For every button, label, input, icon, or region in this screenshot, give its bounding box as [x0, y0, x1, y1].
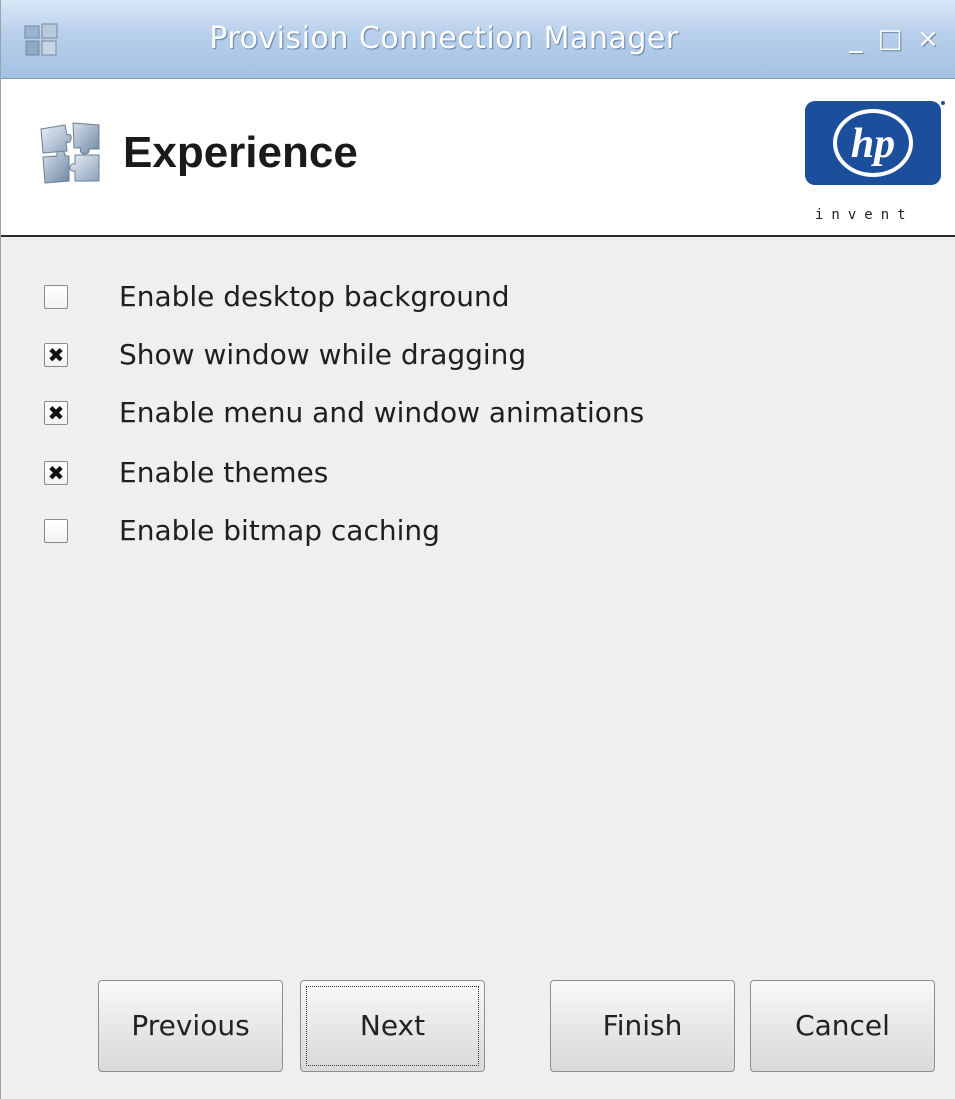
check-mark-icon: ✖ — [47, 401, 65, 425]
page-header: Experience hp invent — [1, 79, 955, 237]
checkbox-menu-window-animations[interactable]: ✖ — [44, 401, 68, 425]
minimize-button[interactable]: _ — [841, 22, 871, 56]
checkbox-bitmap-caching[interactable] — [44, 519, 68, 543]
check-mark-icon: ✖ — [47, 343, 65, 367]
previous-button[interactable]: Previous — [98, 980, 283, 1072]
checkbox-enable-themes[interactable]: ✖ — [44, 461, 68, 485]
option-label[interactable]: Enable bitmap caching — [119, 512, 440, 550]
check-mark-icon — [45, 520, 67, 542]
cancel-button-label: Cancel — [795, 1009, 890, 1042]
option-label[interactable]: Enable desktop background — [119, 278, 509, 316]
hp-logo: hp invent — [801, 97, 947, 223]
window-title: Provision Connection Manager — [209, 21, 679, 56]
hp-invent-text: invent — [815, 207, 914, 223]
focus-ring — [306, 986, 479, 1066]
close-button[interactable]: × — [913, 22, 943, 56]
option-label[interactable]: Enable themes — [119, 454, 328, 492]
option-show-window-dragging[interactable]: ✖ Show window while dragging — [41, 328, 841, 378]
option-bitmap-caching[interactable]: Enable bitmap caching — [41, 504, 841, 554]
option-label[interactable]: Show window while dragging — [119, 336, 526, 374]
check-mark-icon: ✖ — [47, 461, 65, 485]
page-title: Experience — [123, 128, 358, 177]
hp-logo-icon: hp — [805, 101, 945, 185]
checkbox-desktop-background[interactable] — [44, 285, 68, 309]
option-desktop-background[interactable]: Enable desktop background — [41, 270, 841, 320]
check-mark-icon — [45, 286, 67, 308]
option-enable-themes[interactable]: ✖ Enable themes — [41, 446, 841, 496]
title-bar[interactable]: Provision Connection Manager _ □ × — [1, 0, 955, 79]
puzzle-pieces-icon — [40, 122, 100, 184]
next-button[interactable]: Next — [300, 980, 485, 1072]
option-menu-window-animations[interactable]: ✖ Enable menu and window animations — [41, 386, 841, 436]
svg-text:hp: hp — [851, 121, 895, 167]
previous-button-label: Previous — [131, 1009, 250, 1042]
checkbox-show-window-dragging[interactable]: ✖ — [44, 343, 68, 367]
cancel-button[interactable]: Cancel — [750, 980, 935, 1072]
provision-connection-manager-window: Provision Connection Manager _ □ × Exper… — [0, 0, 955, 1099]
maximize-button[interactable]: □ — [875, 22, 905, 56]
finish-button[interactable]: Finish — [550, 980, 735, 1072]
option-label[interactable]: Enable menu and window animations — [119, 394, 644, 432]
finish-button-label: Finish — [602, 1009, 683, 1042]
